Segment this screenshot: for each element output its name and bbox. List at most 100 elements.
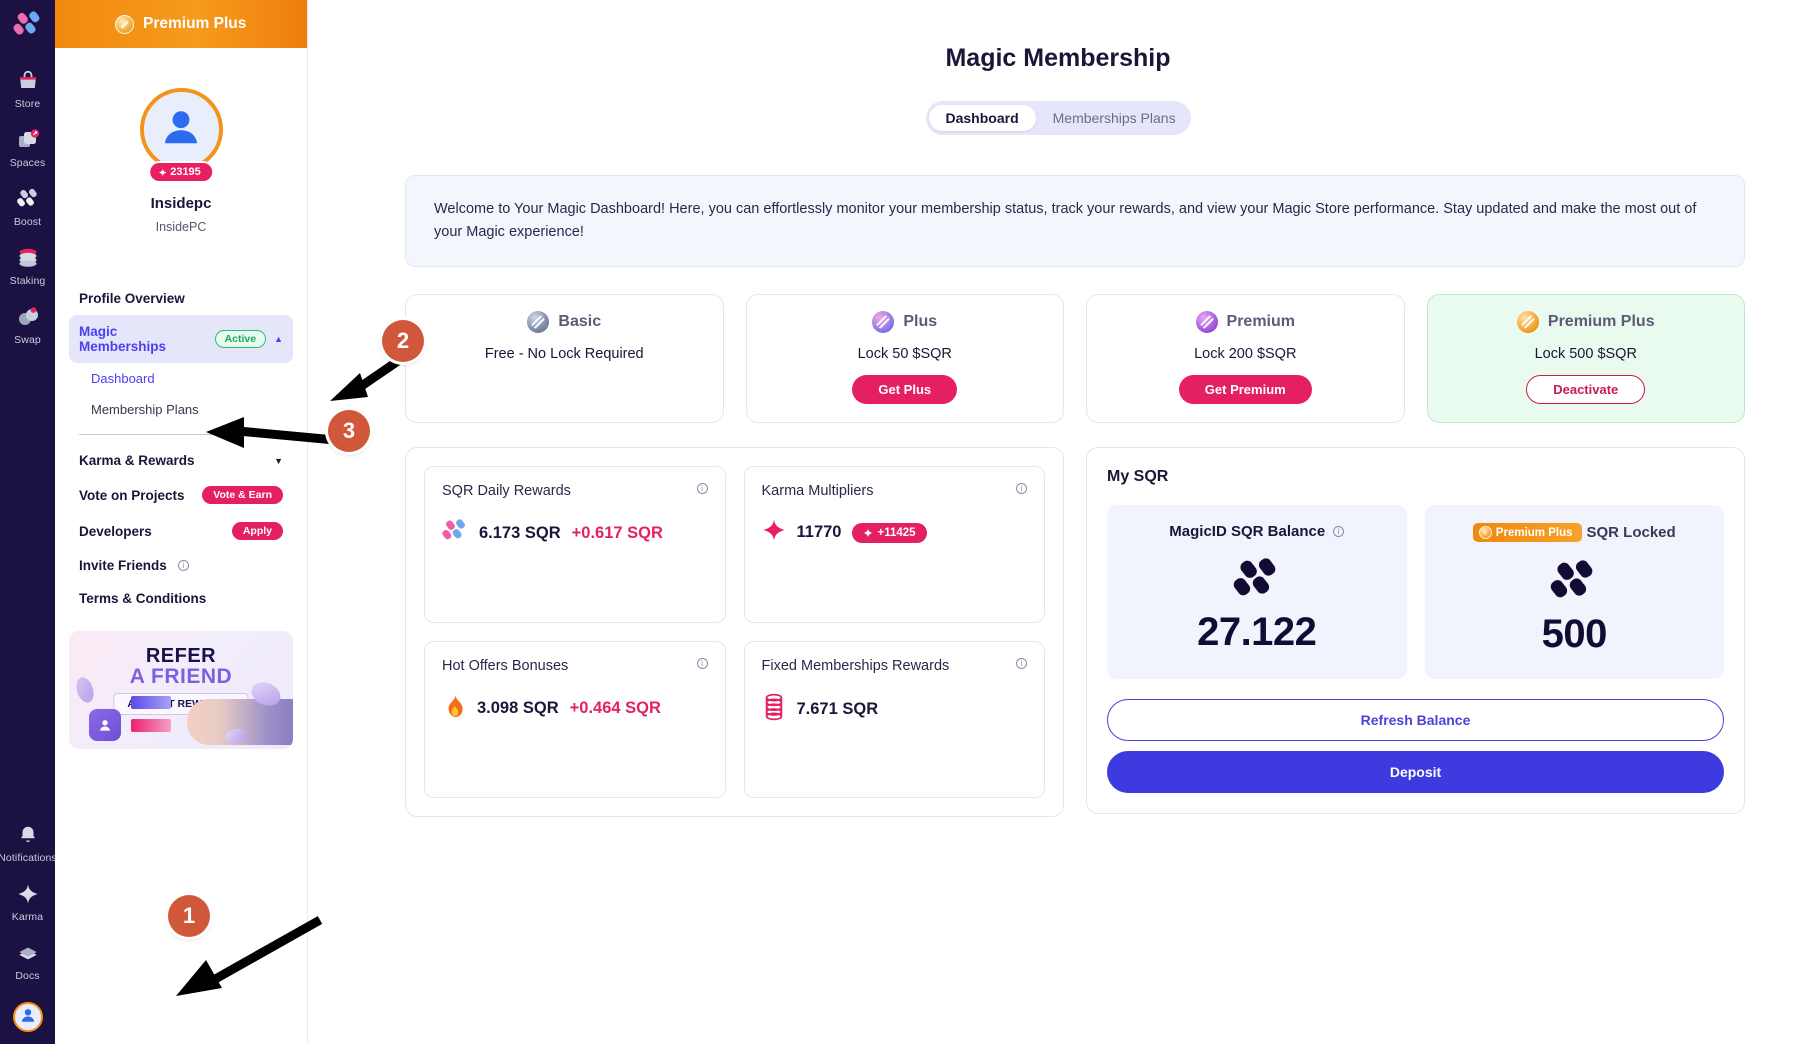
get-plus-button[interactable]: Get Plus: [852, 375, 958, 405]
boost-icon: [14, 185, 42, 213]
rail-item-store[interactable]: Store: [0, 67, 55, 110]
tier-name: Premium Plus: [1547, 313, 1655, 331]
magic-logo-icon: [442, 518, 468, 549]
rail-label: Boost: [13, 216, 42, 228]
refer-a-friend-banner[interactable]: REFER A FRIEND AND GET REWARDS!: [69, 631, 293, 749]
sparkle-icon: [14, 880, 42, 908]
deactivate-button[interactable]: Deactivate: [1526, 375, 1646, 405]
rail-item-docs[interactable]: Docs: [0, 939, 55, 982]
info-icon[interactable]: i: [696, 658, 708, 670]
sidebar-item-terms-conditions[interactable]: Terms & Conditions: [69, 582, 293, 615]
reward-card-value-row: 6.173 SQR +0.617 SQR: [442, 518, 708, 549]
coin-icon: [1478, 526, 1492, 540]
sidebar-item-label: Magic Memberships: [79, 324, 167, 354]
sidebar-item-profile-overview[interactable]: Profile Overview: [69, 282, 293, 315]
refer-bar-pink: [131, 719, 171, 732]
avatar-circle: [139, 88, 223, 171]
refer-bar-blue: [131, 696, 171, 709]
sidebar-item-magic-memberships[interactable]: Magic Memberships Active ▲: [69, 315, 293, 363]
sidebar-item-invite-friends[interactable]: Invite Friends i: [69, 549, 293, 582]
sidebar-item-dashboard[interactable]: Dashboard: [69, 363, 293, 394]
rail-label: Staking: [9, 275, 46, 287]
info-icon[interactable]: i: [177, 560, 189, 571]
rail-item-karma[interactable]: Karma: [0, 880, 55, 923]
left-rail: Store Spaces Boost Staking Swap Notifica…: [0, 0, 57, 1044]
reward-card-title: Hot Offers Bonuses: [442, 658, 569, 675]
magic-mark-icon: [1435, 558, 1715, 606]
rail-item-staking[interactable]: Staking: [0, 244, 55, 287]
rail-item-spaces[interactable]: Spaces: [0, 126, 55, 169]
karma-points-badge: 23195: [148, 161, 214, 183]
magic-mark-icon: [1117, 556, 1397, 604]
sidebar-item-developers[interactable]: Developers Apply: [69, 513, 293, 549]
tier-card-plus[interactable]: Plus Lock 50 $SQR Get Plus: [745, 294, 1064, 424]
rail-item-swap[interactable]: Swap: [0, 303, 55, 346]
reward-card-header: Karma Multipliers i: [761, 483, 1027, 500]
rail-item-boost[interactable]: Boost: [0, 185, 55, 228]
info-icon[interactable]: i: [1016, 483, 1027, 495]
reward-card-value: 3.098 SQR: [477, 699, 559, 718]
sqr-balance-value: 27.122: [1197, 610, 1317, 655]
reward-card-title: SQR Daily Rewards: [442, 483, 571, 500]
reward-card-title: Karma Multipliers: [761, 483, 874, 500]
profile-name: Insidepc: [150, 195, 212, 212]
sidebar-item-label: Profile Overview: [79, 291, 185, 306]
magic-logo-icon[interactable]: [12, 10, 43, 45]
info-icon[interactable]: i: [1333, 526, 1345, 538]
tab-dashboard[interactable]: Dashboard: [928, 105, 1036, 131]
karma-delta-value: +11425: [877, 526, 916, 539]
sidebar-item-karma-rewards[interactable]: Karma & Rewards ▼: [69, 444, 293, 477]
sidebar-item-membership-plans[interactable]: Membership Plans: [69, 394, 293, 425]
sidebar-item-label: Dashboard: [91, 371, 155, 386]
tier-card-basic[interactable]: Basic Free - No Lock Required: [405, 294, 724, 424]
tier-name: Premium: [1226, 313, 1295, 331]
caret-up-icon[interactable]: ▲: [274, 334, 283, 344]
sparkle-icon: [864, 528, 873, 538]
reward-card-value-row: 11770 +11425: [762, 518, 1028, 547]
tier-name: Plus: [903, 313, 938, 331]
reward-card-header: Fixed Memberships Rewards i: [762, 658, 1027, 674]
tier-card-premium-plus[interactable]: Premium Plus Lock 500 $SQR Deactivate: [1426, 294, 1745, 424]
divider: [79, 434, 283, 435]
sidebar-item-vote-on-projects[interactable]: Vote on Projects Vote & Earn: [69, 477, 293, 513]
app-root: Store Spaces Boost Staking Swap Notifica…: [0, 0, 1808, 1044]
caret-down-icon[interactable]: ▼: [274, 456, 283, 466]
rail-label: Store: [14, 98, 41, 110]
rail-user-avatar[interactable]: [12, 1002, 43, 1032]
tier-lock-text: Lock 200 $SQR: [1194, 346, 1297, 363]
vote-earn-pill[interactable]: Vote & Earn: [202, 486, 283, 504]
refresh-balance-button[interactable]: Refresh Balance: [1107, 699, 1724, 742]
sparkle-icon: [762, 518, 786, 547]
plan-banner[interactable]: Premium Plus: [55, 0, 307, 48]
get-premium-button[interactable]: Get Premium: [1178, 375, 1312, 405]
tier-card-premium[interactable]: Premium Lock 200 $SQR Get Premium: [1086, 294, 1405, 424]
sidebar-item-label: Vote on Projects: [79, 487, 185, 503]
user-avatar-icon: [19, 1006, 37, 1029]
deposit-button[interactable]: Deposit: [1107, 751, 1724, 794]
sqr-locked-card: Premium Plus SQR Locked 500: [1424, 505, 1724, 680]
profile-block: 23195 Insidepc InsidePC: [55, 48, 307, 234]
avatar[interactable]: 23195: [139, 88, 223, 183]
reward-card-value: 6.173 SQR: [479, 524, 561, 543]
tab-memberships-plans[interactable]: Memberships Plans: [1036, 105, 1193, 131]
premium-plus-chip-label: Premium Plus: [1495, 526, 1573, 539]
reward-card-sqr-daily: SQR Daily Rewards i 6.173 SQR +0.617 SQR: [424, 466, 726, 624]
rail-item-notifications[interactable]: Notifications: [0, 821, 57, 864]
sqr-balance-label-row: MagicID SQR Balance i: [1117, 523, 1397, 540]
karma-delta-badge: +11425: [852, 522, 927, 543]
my-sqr-panel: My SQR MagicID SQR Balance i 27.122 Prem…: [1086, 447, 1745, 815]
membership-tiers: Basic Free - No Lock Required Plus Lock …: [405, 294, 1745, 424]
reward-card-fixed-memberships: Fixed Memberships Rewards i 7.671 SQR: [743, 641, 1045, 799]
info-icon[interactable]: i: [696, 483, 708, 495]
reward-card-delta: +0.464 SQR: [569, 699, 661, 718]
tier-header: Basic: [416, 311, 713, 334]
coin-stack-icon: [762, 693, 786, 726]
tier-header: Premium: [1097, 311, 1394, 334]
store-bag-icon: [14, 67, 42, 95]
apply-pill[interactable]: Apply: [231, 522, 283, 540]
info-icon[interactable]: i: [1016, 658, 1027, 670]
tier-header: Premium Plus: [1438, 311, 1735, 334]
premium-plus-token-icon: [1516, 311, 1539, 334]
sidebar-nav: Profile Overview Magic Memberships Activ…: [55, 282, 307, 615]
sparkle-icon: [158, 168, 167, 176]
